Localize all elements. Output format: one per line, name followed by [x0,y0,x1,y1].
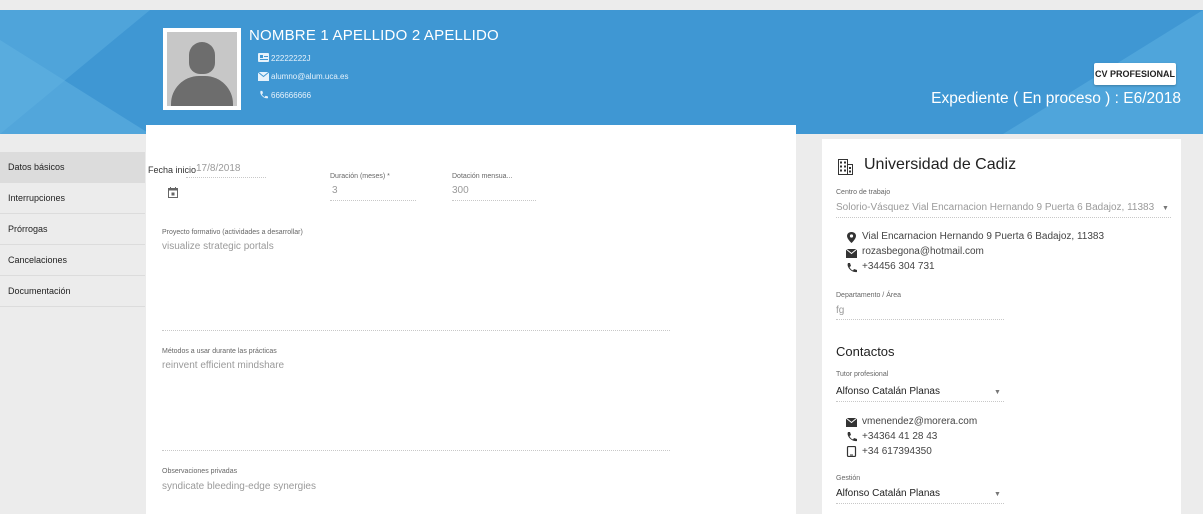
page: NOMBRE 1 APELLIDO 2 APELLIDO 22222222J a… [0,0,1203,514]
sidebar-item-prorrogas[interactable]: Prórrogas [0,214,145,245]
phone-icon [847,432,857,442]
metodos-label: Métodos a usar durante las prácticas [162,348,277,355]
gestion-label: Gestión [836,475,861,482]
tutor-email: vmenendez@morera.com [862,416,978,427]
dotacion-label: Dotación mensua... [452,173,513,180]
basic-data-form: Fecha inicio 17/8/2018 Duración (meses) … [146,125,796,514]
calendar-icon[interactable] [168,187,178,198]
sidebar-item-datos-basicos[interactable]: Datos básicos [0,152,145,183]
phone-icon [847,263,857,273]
departamento-input[interactable]: fg [836,305,844,316]
sidebar-item-cancelaciones[interactable]: Cancelaciones [0,245,145,276]
mail-icon [846,248,857,258]
observaciones-label: Observaciones privadas [162,468,238,475]
proyecto-textarea[interactable]: visualize strategic portals [162,241,274,252]
departamento-label: Departamento / Área [836,292,901,299]
mobile-phone-icon [846,446,857,457]
chevron-down-icon[interactable]: ▼ [1162,205,1169,212]
sidebar-item-interrupciones[interactable]: Interrupciones [0,183,145,214]
centro-select[interactable]: Solorio-Vásquez Vial Encarnacion Hernand… [836,202,1166,213]
expediente-status: Expediente ( En proceso ) : E6/2018 [931,90,1181,107]
sidebar-item-documentacion[interactable]: Documentación [0,276,145,307]
company-card: Universidad de Cadiz Centro de trabajo S… [822,139,1181,514]
student-phone: 666666666 [271,91,312,100]
chevron-down-icon[interactable]: ▼ [994,491,1001,498]
cv-profesional-button[interactable]: CV PROFESIONAL [1094,63,1176,85]
id-card-icon [258,53,269,62]
contactos-title: Contactos [836,344,895,359]
gestion-select[interactable]: Alfonso Catalán Planas [836,488,940,499]
tutor-phone: +34364 41 28 43 [862,431,938,442]
chevron-down-icon[interactable]: ▼ [994,389,1001,396]
company-name: Universidad de Cadiz [864,156,1017,173]
sidebar-nav: Datos básicos Interrupciones Prórrogas C… [0,152,145,307]
proyecto-label: Proyecto formativo (actividades a desarr… [162,229,303,236]
tutor-label: Tutor profesional [836,371,889,378]
student-email: alumno@alum.uca.es [271,72,349,81]
phone-icon [260,90,268,99]
duracion-input[interactable]: 3 [332,185,338,196]
dotacion-input[interactable]: 300 [452,185,469,196]
building-icon [838,159,853,175]
company-address: Vial Encarnacion Hernando 9 Puerta 6 Bad… [862,231,1105,242]
tutor-select[interactable]: Alfonso Catalán Planas [836,386,940,397]
fecha-inicio-input[interactable]: 17/8/2018 [196,163,241,174]
company-phone: +34456 304 731 [862,261,935,272]
observaciones-textarea[interactable]: syndicate bleeding-edge synergies [162,481,316,492]
mail-icon [846,417,857,427]
location-pin-icon [847,232,856,243]
duracion-label: Duración (meses) * [330,173,390,180]
centro-label: Centro de trabajo [836,189,891,196]
tutor-mobile: +34 617394350 [862,446,932,457]
mail-icon [258,72,269,81]
fecha-inicio-label: Fecha inicio [148,165,197,175]
avatar [163,28,241,110]
student-id: 22222222J [271,54,311,63]
student-name: NOMBRE 1 APELLIDO 2 APELLIDO [249,27,499,44]
company-email: rozasbegona@hotmail.com [862,246,984,257]
profile-header: NOMBRE 1 APELLIDO 2 APELLIDO 22222222J a… [0,10,1203,134]
metodos-textarea[interactable]: reinvent efficient mindshare [162,360,284,371]
